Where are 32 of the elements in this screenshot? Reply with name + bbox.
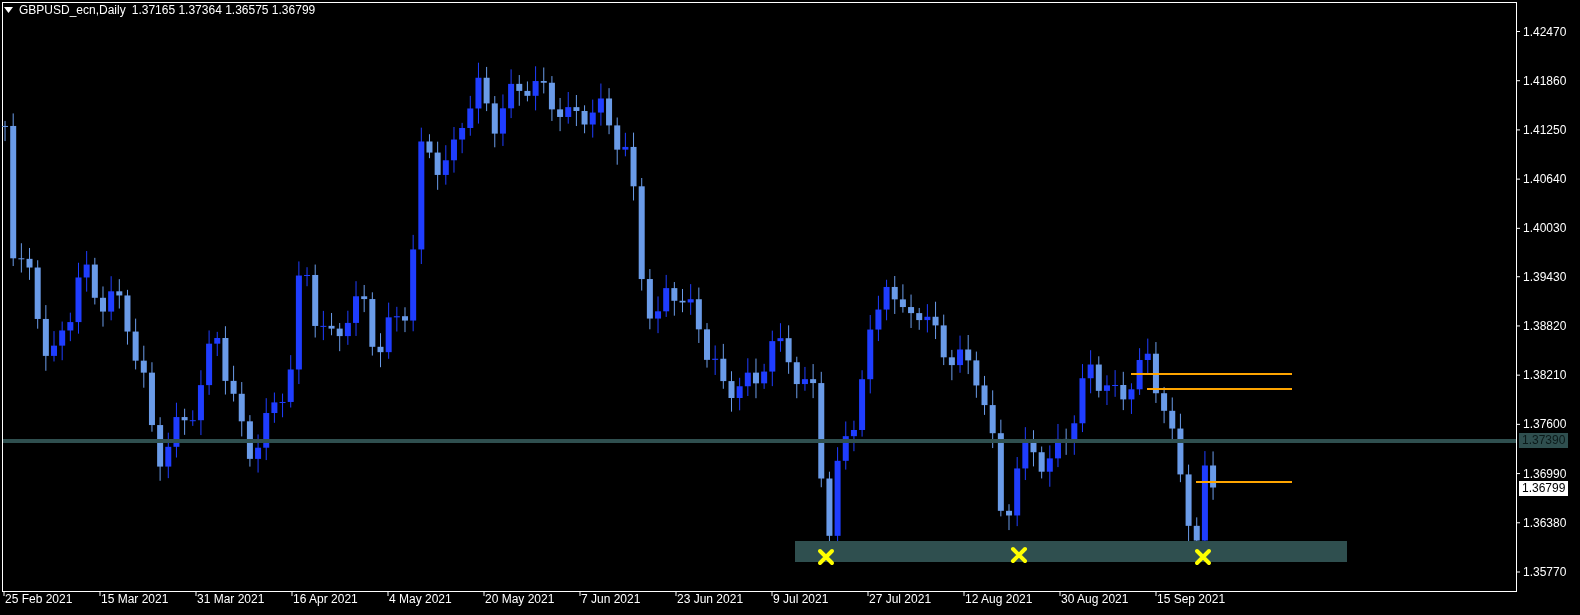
price-label: 1.39430 <box>1523 269 1567 284</box>
price-label: 1.40030 <box>1523 221 1567 236</box>
price-label: 1.38210 <box>1523 368 1567 383</box>
ohlc-values: 1.37165 1.37364 1.36575 1.36799 <box>131 3 316 17</box>
price-tag: 1.36799 <box>1519 480 1569 496</box>
date-label: 27 Jul 2021 <box>869 592 932 606</box>
date-label: 30 Aug 2021 <box>1061 592 1129 606</box>
price-label: 1.36380 <box>1523 515 1567 530</box>
date-label: 7 Jun 2021 <box>581 592 641 606</box>
date-label: 4 May 2021 <box>389 592 452 606</box>
date-label: 20 May 2021 <box>485 592 555 606</box>
dropdown-triangle-icon[interactable] <box>4 7 13 13</box>
price-label: 1.35770 <box>1523 565 1567 579</box>
date-label: 31 Mar 2021 <box>197 592 265 606</box>
price-label: 1.41860 <box>1523 73 1567 88</box>
price-label: 1.40640 <box>1523 172 1567 187</box>
date-label: 23 Jun 2021 <box>677 592 744 606</box>
date-label: 15 Sep 2021 <box>1157 592 1226 606</box>
date-label: 12 Aug 2021 <box>965 592 1033 606</box>
price-label: 1.42470 <box>1523 24 1567 39</box>
date-label: 15 Mar 2021 <box>101 592 169 606</box>
price-label: 1.36990 <box>1523 466 1567 481</box>
price-label: 1.38820 <box>1523 318 1567 333</box>
chart-symbol: GBPUSD_ecn,Daily <box>19 3 126 17</box>
cross-marker-icon <box>818 549 834 565</box>
date-label: 25 Feb 2021 <box>5 592 73 606</box>
cross-marker-icon <box>1011 547 1027 563</box>
date-label: 16 Apr 2021 <box>293 592 358 606</box>
cross-marker-icon <box>1195 549 1211 565</box>
date-label: 9 Jul 2021 <box>773 592 829 606</box>
price-label: 1.41250 <box>1523 122 1567 137</box>
price-label: 1.37600 <box>1523 417 1567 432</box>
